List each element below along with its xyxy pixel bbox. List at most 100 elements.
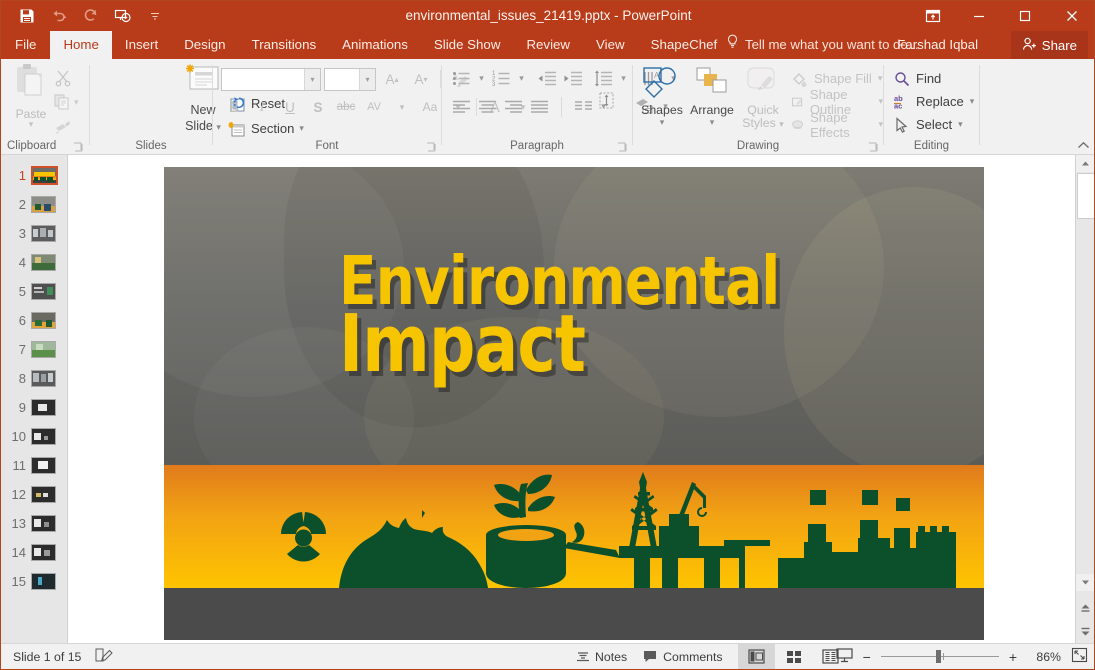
increase-font-size-button[interactable]: A▴ xyxy=(379,67,405,91)
thumbnail-slide-6[interactable]: 6 xyxy=(1,306,67,335)
zoom-slider[interactable] xyxy=(881,650,999,664)
increase-indent-button[interactable] xyxy=(561,67,584,90)
replace-button[interactable]: abac Replace ▾ xyxy=(894,90,974,113)
tell-me-box[interactable]: Tell me what you want to do... xyxy=(726,31,919,59)
scrollbar-thumb[interactable] xyxy=(1077,173,1095,219)
scroll-up-button[interactable] xyxy=(1076,155,1094,172)
thumbnail-slide-11[interactable]: 11 xyxy=(1,451,67,480)
vertical-scrollbar[interactable] xyxy=(1075,155,1094,643)
user-account[interactable]: Farshad Iqbal xyxy=(897,31,978,59)
slide-sorter-button[interactable] xyxy=(775,644,812,669)
next-slide-button[interactable] xyxy=(1076,622,1094,639)
font-size-value[interactable] xyxy=(325,69,359,90)
thumbnail-slide-4[interactable]: 4 xyxy=(1,248,67,277)
tab-slide-show[interactable]: Slide Show xyxy=(421,31,514,59)
line-spacing-button[interactable] xyxy=(592,67,615,90)
slide-show-button[interactable] xyxy=(836,648,853,666)
font-size-dropdown-arrow[interactable]: ▾ xyxy=(359,69,375,90)
clipboard-dialog-launcher[interactable] xyxy=(73,140,84,151)
redo-icon[interactable] xyxy=(75,2,107,30)
italic-button[interactable]: I xyxy=(249,95,275,119)
fit-slide-to-window-button[interactable] xyxy=(1071,647,1088,666)
thumbnail-slide-9[interactable]: 9 xyxy=(1,393,67,422)
shape-fill-dropdown-arrow[interactable]: ▾ xyxy=(878,73,883,84)
shapes-dropdown-arrow[interactable]: ▾ xyxy=(639,117,685,128)
underline-button[interactable]: U xyxy=(277,95,303,119)
thumbnail-slide-13[interactable]: 13 xyxy=(1,509,67,538)
bullets-dropdown-arrow[interactable]: ▾ xyxy=(476,67,487,90)
font-name-value[interactable] xyxy=(222,69,304,90)
select-button[interactable]: Select ▾ xyxy=(894,113,974,136)
numbering-dropdown-arrow[interactable]: ▾ xyxy=(516,67,527,90)
arrange-button[interactable]: Arrange ▾ xyxy=(689,65,735,128)
thumbnail-slide-10[interactable]: 10 xyxy=(1,422,67,451)
share-button[interactable]: Share xyxy=(1011,31,1088,59)
tab-review[interactable]: Review xyxy=(513,31,583,59)
thumbnail-slide-3[interactable]: 3 xyxy=(1,219,67,248)
current-slide[interactable]: Environmental Impact xyxy=(164,167,984,640)
zoom-percentage[interactable]: 86% xyxy=(1027,650,1061,664)
ribbon-display-options-icon[interactable] xyxy=(910,1,956,31)
thumbnail-slide-8[interactable]: 8 xyxy=(1,364,67,393)
thumbnail-slide-15[interactable]: 15 xyxy=(1,567,67,596)
arrange-dropdown-arrow[interactable]: ▾ xyxy=(689,117,735,128)
tab-design[interactable]: Design xyxy=(171,31,238,59)
font-name-dropdown-arrow[interactable]: ▾ xyxy=(304,69,320,90)
align-right-button[interactable] xyxy=(502,95,525,118)
character-spacing-dropdown-arrow[interactable]: ▾ xyxy=(389,95,415,119)
shape-effects-button[interactable]: Shape Effects ▾ xyxy=(791,113,883,136)
tab-view[interactable]: View xyxy=(583,31,638,59)
collapse-ribbon-button[interactable] xyxy=(1077,139,1090,153)
columns-button[interactable] xyxy=(572,95,595,118)
thumbnail-slide-12[interactable]: 12 xyxy=(1,480,67,509)
tab-transitions[interactable]: Transitions xyxy=(239,31,330,59)
slide-indicator[interactable]: Slide 1 of 15 xyxy=(13,650,81,664)
zoom-out-button[interactable]: − xyxy=(863,649,871,665)
slide-thumbnail-pane[interactable]: 1 2 3 xyxy=(1,155,68,643)
align-text-button[interactable] xyxy=(595,89,618,112)
character-spacing-button[interactable]: AV xyxy=(361,95,387,119)
numbering-button[interactable]: 123 xyxy=(490,67,513,90)
slide-title-placeholder[interactable]: Environmental Impact xyxy=(164,167,984,465)
quick-styles-button[interactable]: Quick Styles ▾ xyxy=(737,65,789,131)
copy-button[interactable]: ▾ xyxy=(51,90,91,115)
tab-shapechef[interactable]: ShapeChef xyxy=(638,31,731,59)
copy-dropdown-arrow[interactable]: ▾ xyxy=(74,97,79,108)
notes-page-icon[interactable] xyxy=(95,647,113,666)
tab-animations[interactable]: Animations xyxy=(329,31,421,59)
justify-button[interactable] xyxy=(528,95,551,118)
normal-view-button[interactable] xyxy=(738,644,775,669)
paste-button[interactable]: Paste ▾ xyxy=(9,63,53,130)
start-presentation-icon[interactable] xyxy=(107,2,139,30)
comments-button[interactable]: Comments xyxy=(643,650,722,664)
shapes-button[interactable]: Shapes ▾ xyxy=(639,65,685,128)
notes-button[interactable]: Notes xyxy=(576,650,627,664)
previous-slide-button[interactable] xyxy=(1076,600,1094,617)
bullets-button[interactable] xyxy=(450,67,473,90)
align-left-button[interactable] xyxy=(450,95,473,118)
format-painter-button[interactable] xyxy=(51,115,91,140)
change-case-button[interactable]: Aa xyxy=(417,95,443,119)
font-dialog-launcher[interactable] xyxy=(426,140,437,151)
decrease-indent-button[interactable] xyxy=(535,67,558,90)
undo-icon[interactable] xyxy=(43,2,75,30)
select-dropdown-arrow[interactable]: ▾ xyxy=(958,119,963,130)
thumbnail-slide-2[interactable]: 2 xyxy=(1,190,67,219)
text-shadow-button[interactable]: S xyxy=(305,95,331,119)
thumbnail-slide-1[interactable]: 1 xyxy=(1,161,67,190)
thumbnail-slide-7[interactable]: 7 xyxy=(1,335,67,364)
decrease-font-size-button[interactable]: A▾ xyxy=(408,67,434,91)
zoom-thumb[interactable] xyxy=(936,650,941,663)
thumbnail-slide-5[interactable]: 5 xyxy=(1,277,67,306)
maximize-button[interactable] xyxy=(1002,1,1048,31)
bold-button[interactable]: B xyxy=(221,95,247,119)
drawing-dialog-launcher[interactable] xyxy=(868,140,879,151)
tab-home[interactable]: Home xyxy=(50,31,111,59)
line-spacing-dropdown-arrow[interactable]: ▾ xyxy=(618,67,629,90)
tab-insert[interactable]: Insert xyxy=(112,31,171,59)
thumbnail-slide-14[interactable]: 14 xyxy=(1,538,67,567)
font-size-combobox[interactable]: ▾ xyxy=(324,68,376,91)
font-name-combobox[interactable]: ▾ xyxy=(221,68,321,91)
align-center-button[interactable] xyxy=(476,95,499,118)
slide-editing-area[interactable]: Environmental Impact xyxy=(68,155,1076,643)
